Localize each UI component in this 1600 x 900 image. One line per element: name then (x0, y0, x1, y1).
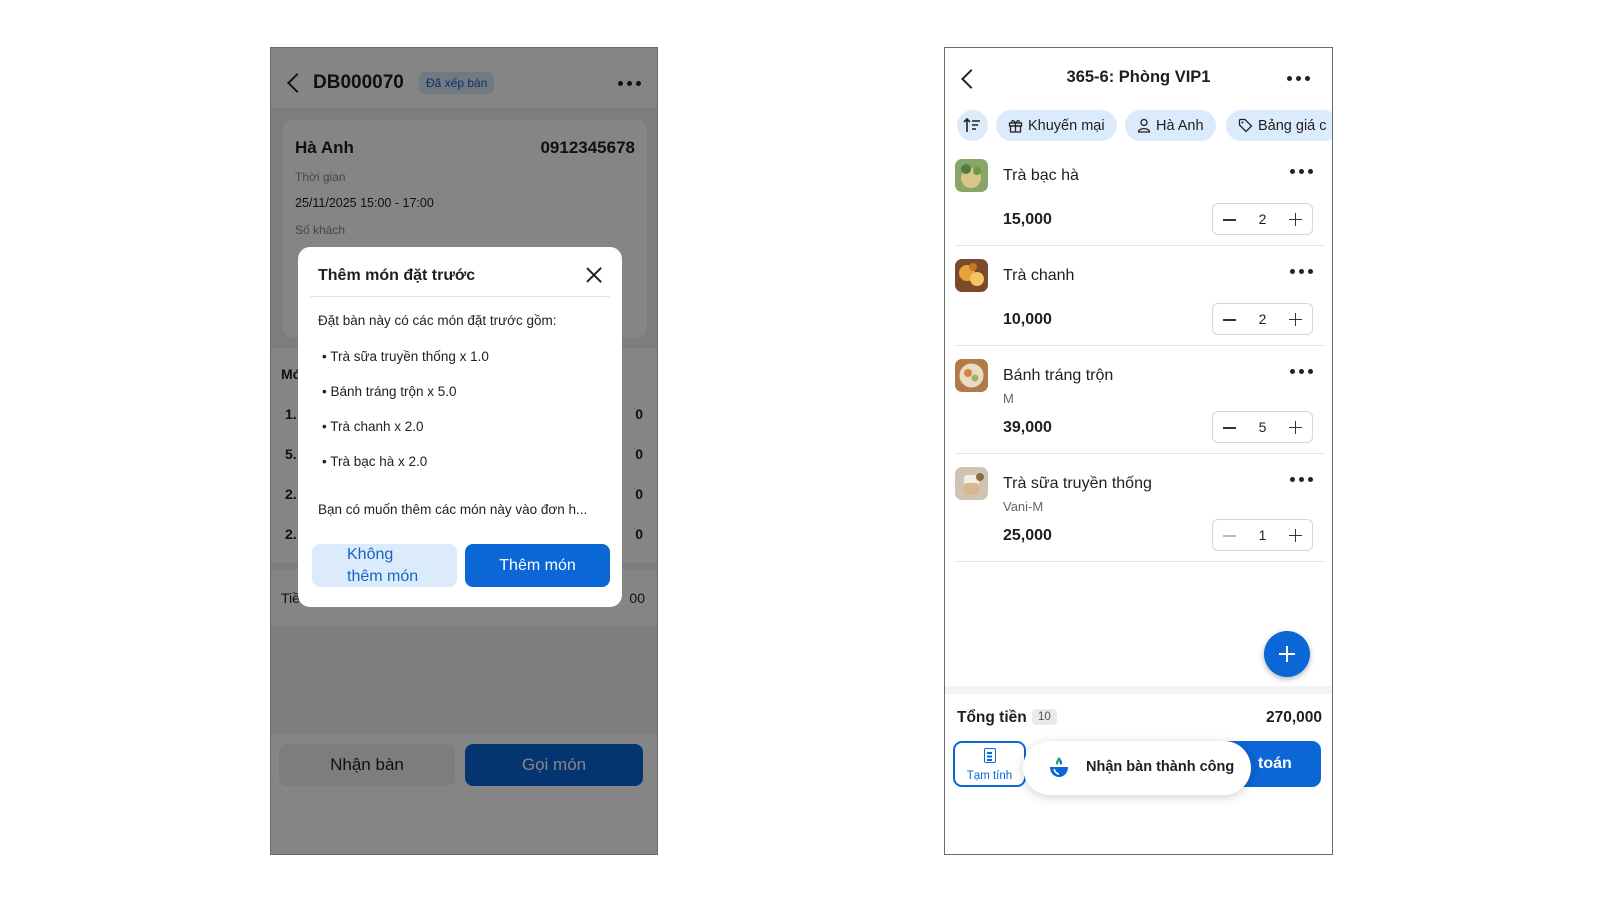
item-name: Bánh tráng trộn (1003, 367, 1114, 384)
more-options-icon[interactable] (1290, 477, 1313, 482)
item-name: Trà sữa truyền thống (1003, 475, 1152, 492)
plus-icon[interactable] (1289, 529, 1302, 542)
more-options-icon[interactable] (1290, 269, 1313, 274)
order-item[interactable]: Trà chanh 10,000 2 (955, 259, 1323, 347)
dialog-question: Bạn có muốn thêm các món này vào đơn h..… (318, 502, 588, 517)
quantity-stepper: 1 (1212, 519, 1313, 551)
preorder-item: • Trà bạc hà x 2.0 (322, 454, 428, 469)
app-logo-icon (1050, 757, 1068, 777)
dialog-title: Thêm món đặt trước (318, 267, 476, 284)
receipt-icon (984, 748, 996, 763)
right-phone-screen: 365-6: Phòng VIP1 Khuyến mại Hà Anh Bảng… (944, 47, 1333, 855)
promotion-chip-label: Khuyến mại (1028, 117, 1105, 134)
customer-chip[interactable]: Hà Anh (1125, 110, 1216, 141)
more-options-icon[interactable] (1290, 369, 1313, 374)
footer-divider (945, 686, 1332, 694)
item-price: 10,000 (1003, 311, 1052, 328)
dialog-intro: Đặt bàn này có các món đặt trước gồm: (318, 313, 557, 328)
toast-message: Nhận bàn thành công (1086, 759, 1235, 775)
preorder-item: • Bánh tráng trộn x 5.0 (322, 384, 457, 399)
order-item[interactable]: Bánh tráng trộn M 39,000 5 (955, 359, 1323, 455)
more-options-icon[interactable] (1290, 169, 1313, 174)
dont-add-label-line2: thêm món (347, 568, 419, 585)
item-divider (955, 345, 1325, 346)
preorder-item: • Trà chanh x 2.0 (322, 419, 424, 434)
quantity-stepper: 2 (1212, 303, 1313, 335)
dont-add-label-line1: Không (347, 546, 394, 563)
pricelist-chip[interactable]: Bảng giá c (1226, 110, 1332, 141)
total-label: Tổng tiền (957, 709, 1027, 726)
add-items-button[interactable]: Thêm món (465, 544, 610, 587)
order-item[interactable]: Trà bạc hà 15,000 2 (955, 159, 1323, 247)
preorder-item-text: Bánh tráng trộn x 5.0 (330, 384, 457, 399)
person-icon (1137, 118, 1151, 133)
item-count-badge: 10 (1032, 709, 1057, 725)
quantity-stepper: 5 (1212, 411, 1313, 443)
preorder-dialog: Thêm món đặt trước Đặt bàn này có các mó… (298, 247, 622, 607)
sort-chip[interactable] (957, 110, 988, 141)
item-divider (955, 245, 1325, 246)
sort-icon (963, 117, 980, 132)
customer-chip-label: Hà Anh (1156, 117, 1204, 134)
dialog-divider (310, 296, 610, 297)
promotion-chip[interactable]: Khuyến mại (996, 110, 1117, 141)
more-options-icon[interactable] (1287, 76, 1310, 81)
pricelist-chip-label: Bảng giá c (1258, 117, 1327, 134)
item-name: Trà chanh (1003, 267, 1075, 284)
close-icon[interactable] (586, 267, 602, 283)
room-title: 365-6: Phòng VIP1 (1066, 68, 1211, 86)
preorder-item-text: Trà sữa truyền thống x 1.0 (330, 349, 489, 364)
payment-button-label: toán (1258, 755, 1292, 772)
preorder-item-text: Trà chanh x 2.0 (330, 419, 424, 434)
filter-chips: Khuyến mại Hà Anh Bảng giá c (957, 110, 1332, 144)
draft-bill-label: Tạm tính (966, 770, 1013, 782)
item-thumbnail (955, 159, 988, 192)
item-price: 15,000 (1003, 211, 1052, 228)
total-amount: 270,000 (1265, 709, 1322, 726)
item-thumbnail (955, 359, 988, 392)
item-price: 25,000 (1003, 527, 1052, 544)
quantity-stepper: 2 (1212, 203, 1313, 235)
preorder-item-text: Trà bạc hà x 2.0 (330, 454, 428, 469)
item-thumbnail (955, 467, 988, 500)
tag-icon (1238, 118, 1253, 133)
item-variant: Vani-M (1003, 499, 1044, 514)
draft-bill-button[interactable]: Tạm tính (953, 741, 1026, 787)
dont-add-items-button[interactable]: Không thêm món (312, 544, 457, 587)
add-item-fab-button[interactable] (1264, 631, 1310, 677)
item-divider (955, 453, 1325, 454)
success-toast: Nhận bàn thành công (1023, 741, 1251, 795)
preorder-item: • Trà sữa truyền thống x 1.0 (322, 349, 489, 364)
gift-icon (1008, 120, 1023, 133)
left-phone-screen: DB000070 Đã xếp bàn Hà Anh 0912345678 Th… (270, 47, 658, 855)
item-divider (955, 561, 1325, 562)
plus-icon[interactable] (1289, 421, 1302, 434)
item-price: 39,000 (1003, 419, 1052, 436)
order-item[interactable]: Trà sữa truyền thống Vani-M 25,000 1 (955, 467, 1323, 563)
plus-icon[interactable] (1289, 313, 1302, 326)
item-thumbnail (955, 259, 988, 292)
item-name: Trà bạc hà (1003, 167, 1079, 184)
item-variant: M (1003, 391, 1014, 406)
plus-icon[interactable] (1289, 213, 1302, 226)
